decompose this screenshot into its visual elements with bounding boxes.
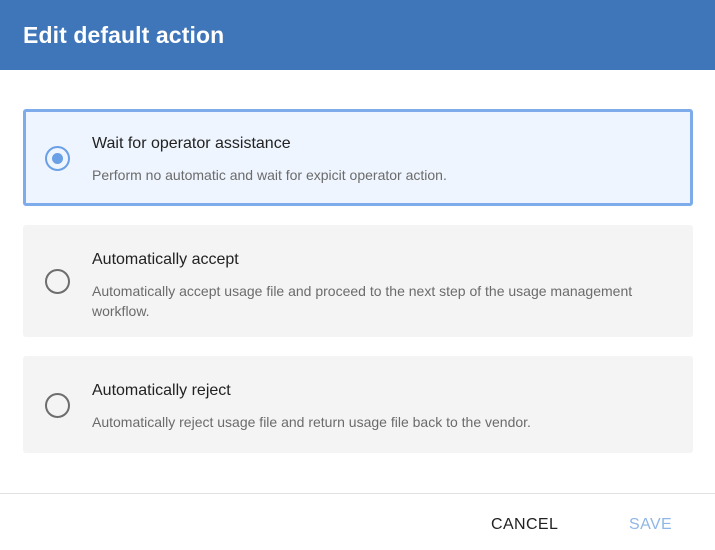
option-automatically-accept[interactable]: Automatically accept Automatically accep…: [23, 225, 693, 337]
option-description: Automatically accept usage file and proc…: [92, 283, 633, 319]
radio-button-checked-icon[interactable]: [45, 145, 70, 171]
option-automatically-reject[interactable]: Automatically reject Automatically rejec…: [23, 356, 693, 453]
option-text: Automatically accept Automatically accep…: [92, 250, 660, 321]
option-text: Automatically reject Automatically rejec…: [92, 381, 660, 432]
radio-button-unchecked-icon[interactable]: [45, 392, 70, 418]
option-description: Automatically reject usage file and retu…: [92, 414, 531, 430]
option-title: Wait for operator assistance: [92, 135, 291, 152]
edit-default-action-dialog: Edit default action Wait for operator as…: [0, 0, 715, 550]
footer-divider: [0, 493, 715, 494]
dialog-header: Edit default action: [0, 0, 715, 70]
option-title: Automatically reject: [92, 382, 231, 399]
radio-dot: [52, 152, 63, 164]
option-description: Perform no automatic and wait for expici…: [92, 167, 447, 183]
option-text: Wait for operator assistance Perform no …: [92, 134, 660, 185]
dialog-title: Edit default action: [23, 21, 225, 48]
save-button[interactable]: SAVE: [625, 508, 676, 542]
option-list: Wait for operator assistance Perform no …: [0, 70, 715, 453]
option-wait-for-operator[interactable]: Wait for operator assistance Perform no …: [23, 109, 693, 206]
radio-button-unchecked-icon[interactable]: [45, 269, 70, 294]
cancel-button[interactable]: CANCEL: [487, 508, 562, 542]
option-title: Automatically accept: [92, 251, 239, 268]
